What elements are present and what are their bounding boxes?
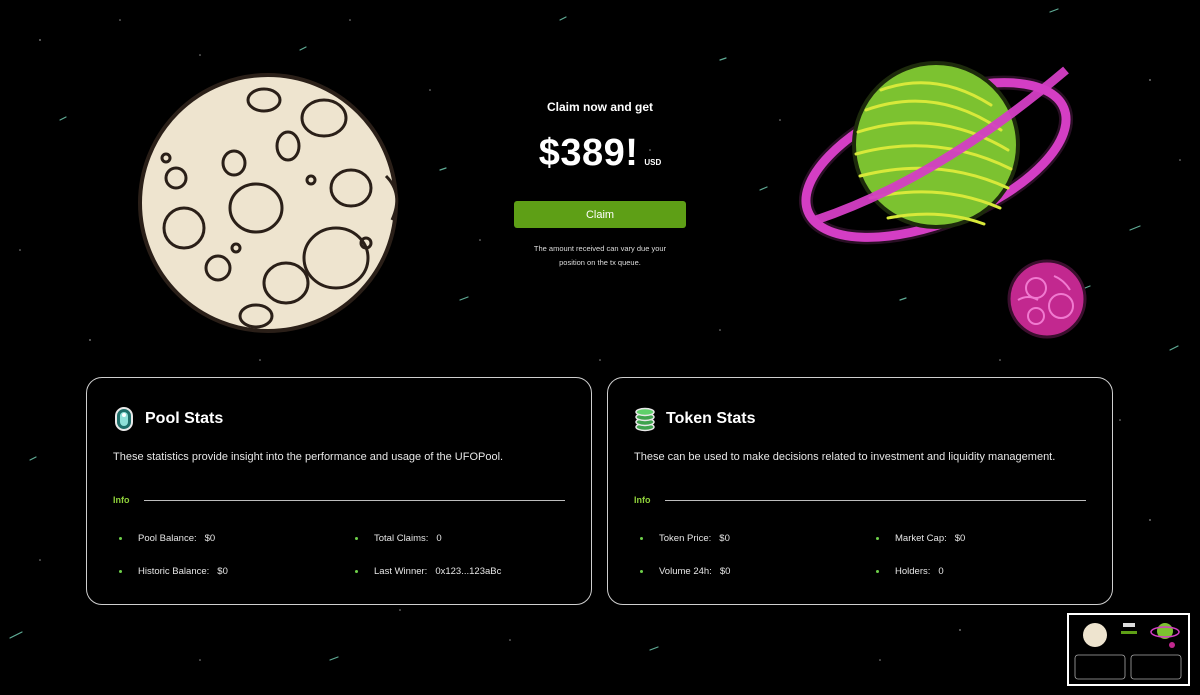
page-minimap-thumbnail[interactable] (1067, 613, 1190, 686)
token-stats-title: Token Stats (666, 410, 756, 427)
stat-volume-24h: Volume 24h: $0 (640, 566, 730, 577)
claim-note: The amount received can vary due your po… (500, 242, 700, 270)
pool-stats-title: Pool Stats (145, 410, 224, 427)
bullet-icon (355, 570, 358, 573)
claim-amount-value: $389! (538, 132, 639, 174)
pool-stats-card: Pool Stats These statistics provide insi… (86, 377, 592, 605)
token-stats-card: Token Stats These can be used to make de… (607, 377, 1113, 605)
stat-label: Market Cap: (895, 533, 947, 544)
claim-button[interactable]: Claim (514, 201, 686, 228)
token-stats-info-divider: Info (634, 495, 1086, 505)
bullet-icon (119, 537, 122, 540)
stat-token-price: Token Price: $0 (640, 533, 730, 544)
claim-hero: Claim now and get $389! USD Claim The am… (500, 100, 700, 270)
stat-historic-balance: Historic Balance: $0 (119, 566, 228, 577)
divider (143, 499, 565, 501)
pool-stats-description: These statistics provide insight into th… (113, 451, 504, 463)
claim-note-line2: position on the tx queue. (559, 258, 641, 267)
token-stats-info-label: Info (634, 495, 651, 505)
stat-label: Token Price: (659, 533, 712, 544)
bullet-icon (119, 570, 122, 573)
stat-label: Holders: (895, 566, 931, 577)
stat-value: 0 (938, 566, 944, 577)
small-pink-planet-illustration (1007, 259, 1087, 339)
divider (664, 499, 1086, 501)
ringed-planet-illustration (798, 61, 1074, 245)
claim-kicker: Claim now and get (546, 100, 653, 114)
stat-value: 0 (436, 533, 442, 544)
stat-value: $0 (217, 566, 228, 577)
stat-total-claims: Total Claims: 0 (355, 533, 442, 544)
stat-holders: Holders: 0 (876, 566, 944, 577)
stat-value: 0x123...123aBc (435, 566, 502, 577)
pool-stats-info-divider: Info (113, 495, 565, 505)
stat-pool-balance: Pool Balance: $0 (119, 533, 215, 544)
stat-last-winner: Last Winner: 0x123...123aBc (355, 566, 501, 577)
stat-label: Pool Balance: (138, 533, 197, 544)
stat-label: Total Claims: (374, 533, 429, 544)
coin-stack-icon (635, 407, 655, 432)
stat-value: $0 (204, 533, 216, 544)
minimap-preview-icon (1074, 623, 1182, 680)
pool-stats-header: Pool Stats (113, 406, 223, 432)
stat-value: $0 (954, 533, 966, 544)
stat-value: $0 (719, 533, 730, 544)
stat-market-cap: Market Cap: $0 (876, 533, 965, 544)
stat-label: Last Winner: (374, 566, 428, 577)
bullet-icon (640, 537, 643, 540)
bullet-icon (640, 570, 643, 573)
moon-illustration (138, 73, 399, 333)
claim-note-line1: The amount received can vary due your (533, 244, 667, 253)
bullet-icon (876, 537, 879, 540)
claim-amount: $389! USD (500, 132, 700, 175)
stat-label: Volume 24h: (659, 566, 712, 577)
claim-currency: USD (644, 158, 662, 167)
capsule-pool-icon (115, 407, 133, 431)
stat-value: $0 (719, 566, 731, 577)
bullet-icon (876, 570, 879, 573)
token-stats-description: These can be used to make decisions rela… (634, 451, 1056, 463)
stat-label: Historic Balance: (138, 566, 210, 577)
pool-stats-info-label: Info (113, 495, 130, 505)
bullet-icon (355, 537, 358, 540)
token-stats-header: Token Stats (634, 406, 756, 432)
